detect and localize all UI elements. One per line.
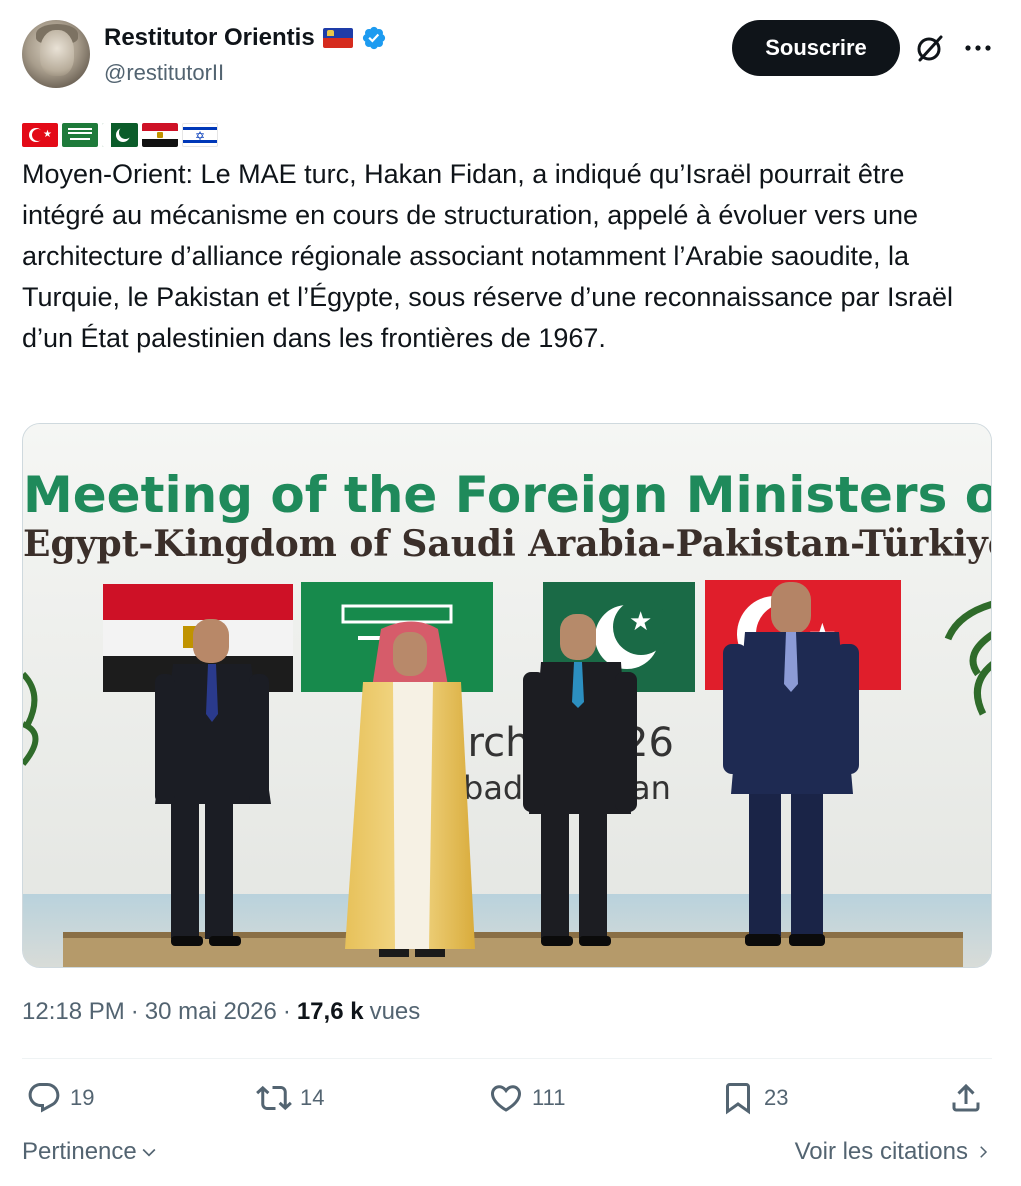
tweet-date[interactable]: 30 mai 2026: [145, 998, 277, 1026]
liechtenstein-flag-emoji: [322, 28, 353, 48]
tweet-photo[interactable]: Meeting of the Foreign Ministers of Egyp…: [22, 423, 992, 968]
views-label: vues: [369, 998, 421, 1025]
banner-title: Meeting of the Foreign Ministers of: [23, 466, 992, 524]
action-bar: 19 14 111 23: [22, 1080, 992, 1122]
egypt-flag-emoji: [142, 123, 178, 147]
svg-text:★: ★: [629, 607, 652, 637]
heart-icon: [490, 1085, 522, 1112]
author-handle[interactable]: @restitutorII: [104, 60, 224, 86]
sort-label: Pertinence: [22, 1138, 137, 1165]
view-quotes-link[interactable]: Voir les citations: [795, 1138, 992, 1166]
verified-badge-icon[interactable]: [361, 25, 387, 51]
view-quotes-label: Voir les citations: [794, 1138, 968, 1165]
banner-subtitle: Egypt-Kingdom of Saudi Arabia-Pakistan-T…: [23, 523, 992, 565]
grok-slash-icon[interactable]: [914, 32, 946, 64]
israel-flag-emoji: ✡: [182, 123, 218, 147]
bookmark-count: 23: [764, 1085, 789, 1110]
repost-icon: [256, 1085, 292, 1111]
tweet-header: Restitutor Orientis @restitutorII Souscr…: [22, 20, 992, 92]
author-name-row[interactable]: Restitutor Orientis: [104, 24, 387, 52]
meta-separator-2: ·: [282, 998, 291, 1025]
saudi-arabia-flag-emoji: [62, 123, 98, 147]
reply-icon: [28, 1083, 60, 1113]
divider: [22, 1058, 992, 1059]
flags-emoji-row: ★ ✡: [22, 123, 218, 147]
turkey-flag-emoji: ★: [22, 123, 58, 147]
subscribe-button[interactable]: Souscrire: [732, 20, 900, 76]
reply-button[interactable]: 19: [26, 1080, 94, 1116]
views-count: 17,6 k: [296, 998, 364, 1025]
replies-footer: Pertinence Voir les citations: [22, 1138, 992, 1172]
repost-count: 14: [300, 1085, 325, 1110]
tweet-time[interactable]: 12:18 PM: [22, 998, 125, 1026]
avatar[interactable]: [22, 20, 90, 88]
tweet-text: Moyen-Orient: Le MAE turc, Hakan Fidan, …: [22, 159, 953, 353]
chevron-right-icon: [980, 1146, 988, 1158]
bookmark-button[interactable]: 23: [720, 1080, 788, 1116]
share-button[interactable]: [948, 1080, 984, 1116]
share-icon: [952, 1083, 980, 1112]
reply-count: 19: [70, 1085, 95, 1110]
like-count: 111: [532, 1085, 566, 1110]
more-horizontal-icon[interactable]: [962, 32, 994, 64]
bookmark-icon: [726, 1083, 750, 1115]
repost-button[interactable]: 14: [256, 1080, 324, 1116]
pakistan-flag-emoji: [102, 123, 138, 147]
like-button[interactable]: 111: [488, 1080, 565, 1116]
chevron-down-icon: [142, 1148, 156, 1157]
meta-separator: ·: [130, 998, 139, 1025]
sort-dropdown[interactable]: Pertinence: [22, 1138, 159, 1166]
author-display-name[interactable]: Restitutor Orientis: [104, 24, 315, 52]
tweet-meta: 12:18 PM · 30 mai 2026 · 17,6 k vues: [22, 998, 420, 1026]
